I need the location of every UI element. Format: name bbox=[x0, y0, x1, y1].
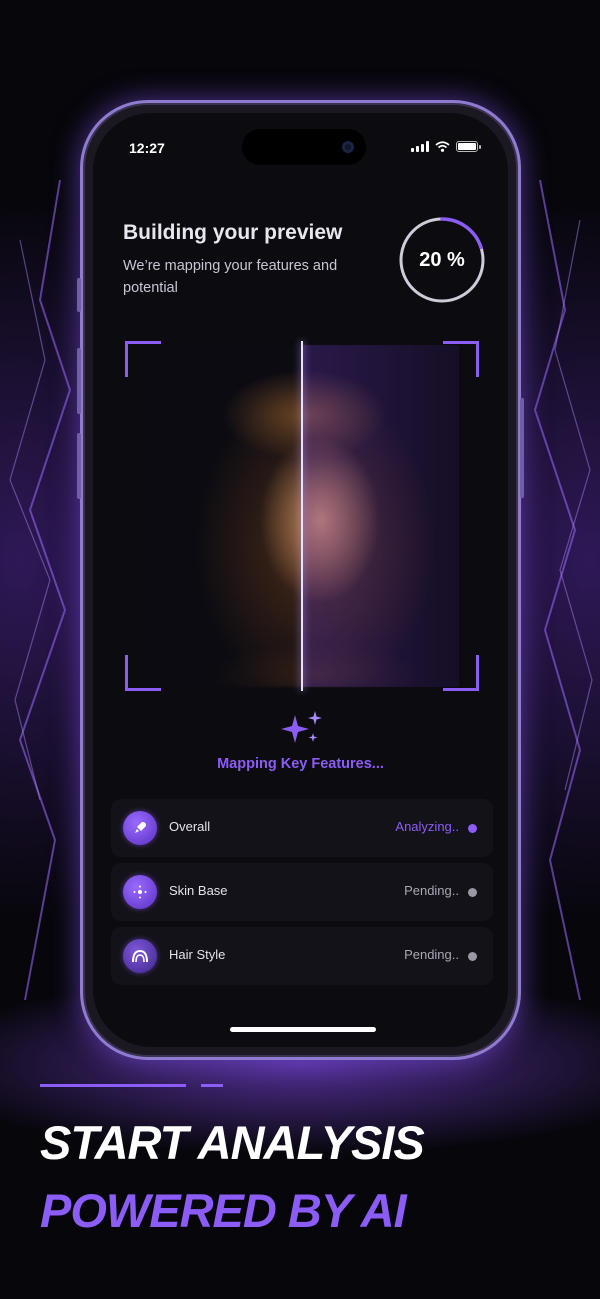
sparkle-dots-icon bbox=[123, 875, 157, 909]
analysis-checklist: Overall Analyzing.. Skin Base Pending.. bbox=[111, 799, 493, 991]
checklist-item-overall: Overall Analyzing.. bbox=[111, 799, 493, 857]
checklist-status: Analyzing.. bbox=[395, 819, 459, 834]
checklist-label: Skin Base bbox=[169, 883, 228, 898]
phone-screen: 12:27 Building your preview We’re mappin… bbox=[93, 113, 508, 1047]
accent-dash bbox=[40, 1084, 186, 1087]
accent-dash-short bbox=[201, 1084, 223, 1087]
promo-stage: 12:27 Building your preview We’re mappin… bbox=[0, 0, 600, 1299]
checklist-label: Overall bbox=[169, 819, 211, 834]
checklist-item-hair-style: Hair Style Pending.. bbox=[111, 927, 493, 985]
phone-volume-down bbox=[77, 433, 81, 499]
frame-corner-bottom-right bbox=[443, 655, 479, 691]
home-indicator[interactable] bbox=[230, 1027, 376, 1032]
face-scan-frame bbox=[125, 341, 479, 691]
status-icons bbox=[411, 141, 481, 152]
status-time: 12:27 bbox=[129, 140, 165, 156]
checklist-status: Pending.. bbox=[404, 947, 459, 962]
rocket-icon bbox=[123, 811, 157, 845]
phone-volume-up bbox=[77, 348, 81, 414]
sparkle-icon bbox=[281, 711, 322, 743]
battery-icon bbox=[456, 141, 481, 152]
hair-icon bbox=[123, 939, 157, 973]
checklist-label: Hair Style bbox=[169, 947, 226, 962]
phone-power-button bbox=[520, 398, 524, 498]
page-subtitle: We’re mapping your features and potentia… bbox=[123, 258, 338, 296]
page-title: Building your preview bbox=[123, 221, 343, 244]
checklist-status: Pending.. bbox=[404, 883, 459, 898]
dynamic-island bbox=[242, 129, 366, 165]
phone-mockup: 12:27 Building your preview We’re mappin… bbox=[77, 100, 524, 1060]
checklist-item-skin-base: Skin Base Pending.. bbox=[111, 863, 493, 921]
progress-percent: 20 % bbox=[419, 248, 465, 271]
scanned-overlay bbox=[302, 345, 459, 687]
phone-side-button bbox=[77, 278, 81, 312]
promo-headline-line2: POWERED BY AI bbox=[40, 1184, 407, 1237]
frame-corner-bottom-left bbox=[125, 655, 161, 691]
camera-icon bbox=[342, 141, 354, 153]
scan-caption: Mapping Key Features... bbox=[217, 756, 384, 772]
status-dot bbox=[468, 888, 477, 897]
scan-line bbox=[301, 341, 303, 691]
status-dot bbox=[468, 952, 477, 961]
cellular-signal-icon bbox=[411, 141, 429, 152]
wifi-icon bbox=[435, 141, 450, 152]
promo-headline-line1: START ANALYSIS bbox=[40, 1116, 425, 1169]
status-dot bbox=[468, 824, 477, 833]
lightning-right-decoration bbox=[533, 180, 593, 1000]
frame-corner-top-right bbox=[443, 341, 479, 377]
frame-corner-top-left bbox=[125, 341, 161, 377]
